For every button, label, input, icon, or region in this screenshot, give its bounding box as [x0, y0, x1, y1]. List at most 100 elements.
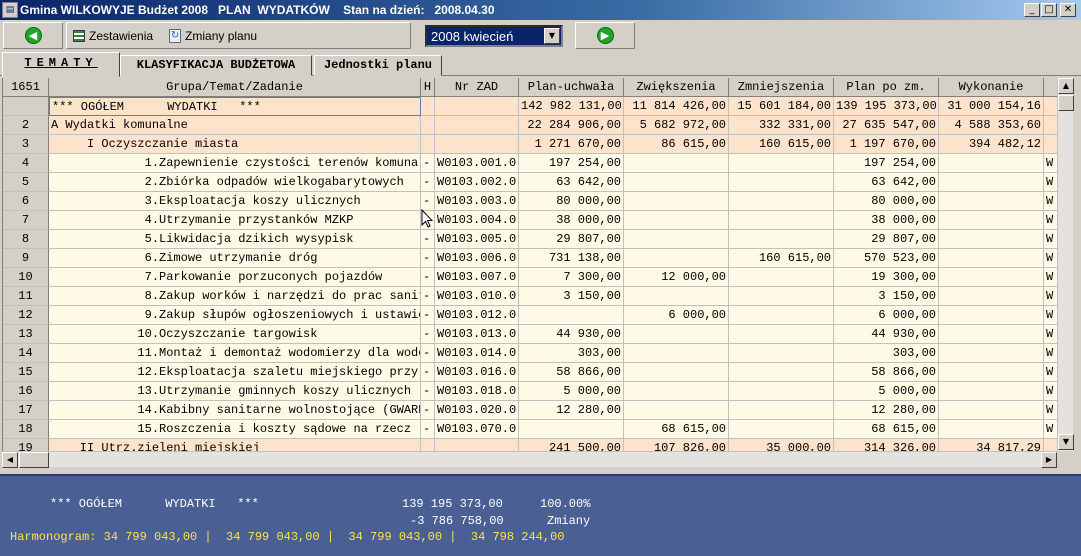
cell-group[interactable]: *** OGÓŁEM WYDATKI *** [49, 97, 421, 116]
cell-extra[interactable]: W [1044, 325, 1057, 344]
cell-nr-zad[interactable]: W0103.006.0 [435, 249, 519, 268]
cell-plan-po-zm[interactable]: 303,00 [834, 344, 939, 363]
cell-extra[interactable]: W [1044, 192, 1057, 211]
table-row[interactable]: 6 3.Eksploatacja koszy ulicznych - W0103.0… [3, 192, 1057, 211]
cell-nr-zad[interactable] [435, 135, 519, 154]
cell-extra[interactable] [1044, 116, 1057, 135]
cell-plan-po-zm[interactable]: 314 326,00 [834, 439, 939, 451]
cell-zmniejszenia[interactable] [729, 211, 834, 230]
cell-wykonanie[interactable] [939, 154, 1044, 173]
table-row[interactable]: 11 8.Zakup worków i narzędzi do prac san… [3, 287, 1057, 306]
row-number[interactable]: 6 [3, 192, 49, 211]
tab-tematy[interactable]: TEMATY [2, 52, 120, 77]
cell-nr-zad[interactable]: W0103.013.0 [435, 325, 519, 344]
cell-plan[interactable]: 1 271 670,00 [519, 135, 624, 154]
cell-extra[interactable]: W [1044, 154, 1057, 173]
col-header-wykonanie[interactable]: Wykonanie [939, 78, 1044, 97]
cell-zwiekszenia[interactable]: 68 615,00 [624, 420, 729, 439]
cell-plan-po-zm[interactable]: 19 300,00 [834, 268, 939, 287]
cell-zmniejszenia[interactable] [729, 287, 834, 306]
cell-group[interactable]: 9.Zakup słupów ogłoszeniowych i ustawien… [49, 306, 421, 325]
cell-zwiekszenia[interactable] [624, 230, 729, 249]
cell-wykonanie[interactable]: 31 000 154,16 [939, 97, 1044, 116]
cell-nr-zad[interactable]: W0103.004.0 [435, 211, 519, 230]
cell-group[interactable]: I Oczyszczanie miasta [49, 135, 421, 154]
cell-extra[interactable] [1044, 135, 1057, 154]
maximize-icon[interactable]: □ [1041, 3, 1057, 17]
cell-plan-po-zm[interactable]: 29 807,00 [834, 230, 939, 249]
cell-plan-po-zm[interactable]: 80 000,00 [834, 192, 939, 211]
cell-h[interactable]: - [421, 287, 435, 306]
cell-zwiekszenia[interactable] [624, 401, 729, 420]
row-number[interactable]: 7 [3, 211, 49, 230]
cell-zwiekszenia[interactable] [624, 192, 729, 211]
cell-zwiekszenia[interactable]: 107 826,00 [624, 439, 729, 451]
row-number[interactable]: 14 [3, 344, 49, 363]
row-number[interactable]: 17 [3, 401, 49, 420]
cell-wykonanie[interactable] [939, 306, 1044, 325]
cell-zmniejszenia[interactable] [729, 382, 834, 401]
row-number[interactable]: 8 [3, 230, 49, 249]
cell-zwiekszenia[interactable] [624, 173, 729, 192]
cell-extra[interactable]: W [1044, 401, 1057, 420]
row-number[interactable]: 5 [3, 173, 49, 192]
period-select[interactable]: 2008 kwiecień ▼ [425, 25, 563, 47]
cell-zwiekszenia[interactable] [624, 287, 729, 306]
col-header-group[interactable]: Grupa/Temat/Zadanie [49, 78, 421, 97]
cell-nr-zad[interactable] [435, 116, 519, 135]
cell-nr-zad[interactable]: W0103.016.0 [435, 363, 519, 382]
cell-extra[interactable]: W [1044, 382, 1057, 401]
table-row[interactable]: 14 11.Montaż i demontaż wodomierzy dla w… [3, 344, 1057, 363]
cell-plan-po-zm[interactable]: 58 866,00 [834, 363, 939, 382]
cell-plan[interactable]: 241 500,00 [519, 439, 624, 451]
dropdown-arrow-icon[interactable]: ▼ [544, 28, 560, 44]
scroll-up-icon[interactable]: ▲ [1058, 78, 1074, 94]
cell-group[interactable]: 11.Montaż i demontaż wodomierzy dla wodo… [49, 344, 421, 363]
cell-plan-po-zm[interactable]: 44 930,00 [834, 325, 939, 344]
cell-plan[interactable]: 142 982 131,00 [519, 97, 624, 116]
cell-plan-po-zm[interactable]: 570 523,00 [834, 249, 939, 268]
cell-zmniejszenia[interactable]: 160 615,00 [729, 135, 834, 154]
table-row[interactable]: 10 7.Parkowanie porzuconych pojazdów - W01… [3, 268, 1057, 287]
cell-h[interactable]: - [421, 306, 435, 325]
cell-plan[interactable]: 7 300,00 [519, 268, 624, 287]
row-number[interactable]: 3 [3, 135, 49, 154]
cell-wykonanie[interactable] [939, 325, 1044, 344]
scroll-left-icon[interactable]: ◀ [2, 452, 18, 468]
cell-wykonanie[interactable] [939, 401, 1044, 420]
cell-wykonanie[interactable] [939, 363, 1044, 382]
cell-extra[interactable]: W [1044, 249, 1057, 268]
cell-h[interactable] [421, 116, 435, 135]
scroll-right-icon[interactable]: ▶ [1041, 452, 1057, 468]
cell-plan-po-zm[interactable]: 3 150,00 [834, 287, 939, 306]
row-number[interactable]: 4 [3, 154, 49, 173]
cell-extra[interactable]: W [1044, 287, 1057, 306]
cell-group[interactable]: 13.Utrzymanie gminnych koszy ulicznych [49, 382, 421, 401]
cell-plan[interactable]: 12 280,00 [519, 401, 624, 420]
cell-extra[interactable]: W [1044, 268, 1057, 287]
table-row[interactable]: 8 5.Likwidacja dzikich wysypisk - W0103.00… [3, 230, 1057, 249]
cell-extra[interactable]: W [1044, 344, 1057, 363]
cell-zmniejszenia[interactable]: 15 601 184,00 [729, 97, 834, 116]
cell-zwiekszenia[interactable] [624, 154, 729, 173]
cell-zmniejszenia[interactable] [729, 401, 834, 420]
cell-plan[interactable]: 22 284 906,00 [519, 116, 624, 135]
cell-plan[interactable] [519, 420, 624, 439]
cell-zwiekszenia[interactable] [624, 211, 729, 230]
row-number[interactable]: 9 [3, 249, 49, 268]
cell-plan[interactable] [519, 306, 624, 325]
cell-h[interactable] [421, 135, 435, 154]
cell-nr-zad[interactable]: W0103.010.0 [435, 287, 519, 306]
cell-plan-po-zm[interactable]: 139 195 373,00 [834, 97, 939, 116]
cell-group[interactable]: 4.Utrzymanie przystanków MZKP [49, 211, 421, 230]
row-number[interactable]: 10 [3, 268, 49, 287]
cell-zmniejszenia[interactable] [729, 173, 834, 192]
cell-nr-zad[interactable]: W0103.070.0 [435, 420, 519, 439]
cell-plan-po-zm[interactable]: 6 000,00 [834, 306, 939, 325]
cell-plan[interactable]: 80 000,00 [519, 192, 624, 211]
cell-zwiekszenia[interactable]: 86 615,00 [624, 135, 729, 154]
cell-nr-zad[interactable]: W0103.003.0 [435, 192, 519, 211]
cell-extra[interactable] [1044, 439, 1057, 451]
cell-plan-po-zm[interactable]: 5 000,00 [834, 382, 939, 401]
cell-group[interactable]: 10.Oczyszczanie targowisk [49, 325, 421, 344]
